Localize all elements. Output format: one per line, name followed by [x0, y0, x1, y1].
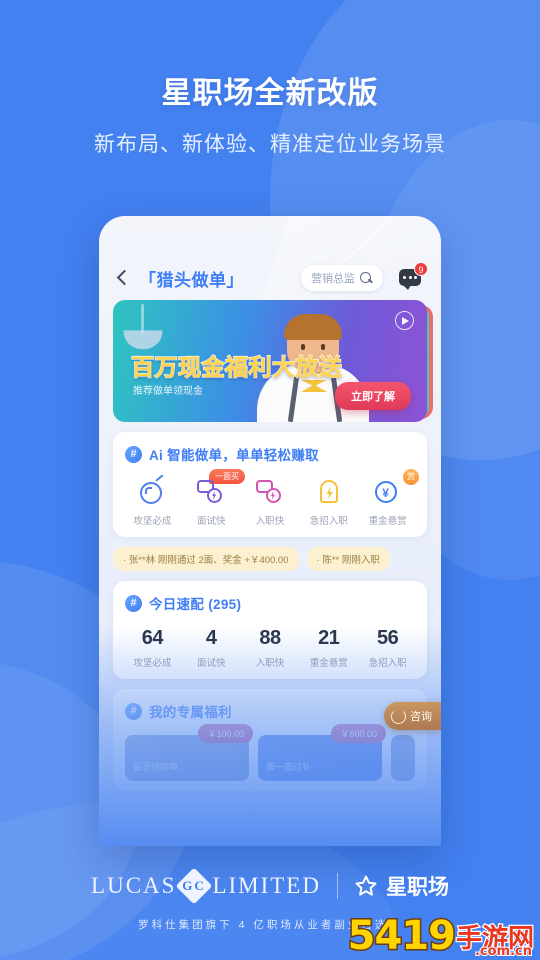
coupon-card[interactable]: [391, 735, 415, 781]
yen-circle-icon: ¥: [373, 476, 403, 506]
stat-item: 4 面试快: [182, 627, 241, 669]
ticker-item: · 张**林 刚刚通过 2面、奖金 +￥400.00: [113, 547, 299, 571]
stat-label: 重金悬赏: [309, 658, 348, 669]
watermark-number: 5419: [346, 913, 457, 959]
brand-name: 星职场: [385, 876, 449, 899]
benefits-card-header: # 我的专属福利: [125, 701, 417, 721]
banner-subtitle: 推荐做单领现金: [133, 386, 203, 397]
page-subtitle: 新布局、新体验、精准定位业务场景: [94, 133, 446, 156]
company-name: LUCAS: [91, 873, 177, 898]
ai-quick-actions-card: # Ai 智能做单，单单轻松赚取 攻坚必成 一面买 面试快 入职快 急招入职 赏…: [113, 432, 427, 537]
search-icon: [360, 271, 373, 285]
quick-action-jizhaoruzhi[interactable]: 急招入职: [299, 476, 358, 527]
stat-value: 64: [141, 627, 164, 649]
chat-dots: [403, 276, 417, 279]
cards-bolt-icon: [196, 476, 226, 506]
stat-item: 56 急招入职: [358, 627, 417, 669]
chat-badge: 9: [414, 262, 428, 276]
arch-bolt-icon: [314, 476, 344, 506]
benefits-card: # 我的专属福利 ￥100.00 最近快接单 ￥600.00 第一面过补: [113, 689, 427, 791]
coupon-card[interactable]: ￥100.00 最近快接单: [125, 724, 253, 781]
watermark-domain: .com.cn: [474, 944, 533, 959]
site-watermark: 5419 手游网 .com.cn: [346, 913, 535, 960]
search-input-value: 营销总监: [311, 273, 355, 285]
quick-action-mianshikuai[interactable]: 一面买 面试快: [182, 469, 246, 527]
app-header: 「猎头做单」 营销总监 9: [99, 216, 441, 294]
ticker-item: · 陈** 刚刚入职: [306, 547, 390, 571]
stat-label: 面试快: [196, 658, 226, 669]
company-logo: LUCAS GC LIMITED: [91, 867, 321, 905]
stat-item: 88 入职快: [241, 627, 300, 669]
app-page-title: 「猎头做单」: [139, 270, 244, 290]
quick-action-ruzhikuai[interactable]: 入职快: [241, 476, 300, 527]
quick-action-zhongjinxuanshang[interactable]: 赏 ¥ 重金悬赏: [358, 469, 419, 527]
stats-row: 64 攻坚必成 4 面试快 88 入职快 21 重金悬赏 56 急招入职: [123, 627, 417, 669]
coupon-text: 第一面过补: [266, 762, 312, 772]
gc-mark-text: GC: [182, 878, 207, 893]
today-stats-card: # 今日速配 (295) 64 攻坚必成 4 面试快 88 入职快 21 重金悬…: [113, 581, 427, 679]
chevron-left-icon[interactable]: [115, 270, 131, 286]
quick-action-label: 攻坚必成: [133, 516, 172, 527]
hash-icon: #: [125, 702, 142, 720]
stats-card-header: # 今日速配 (295): [125, 593, 417, 613]
quick-action-row: 攻坚必成 一面买 面试快 入职快 急招入职 赏 ¥ 重金悬赏: [123, 469, 419, 527]
quick-action-label: 重金悬赏: [368, 516, 407, 527]
brand-logo: 星职场: [354, 871, 449, 901]
benefits-card-title: 我的专属福利: [149, 705, 232, 720]
phone-mockup: 「猎头做单」 营销总监 9 百万现金福利大放送 推荐做单领现金 立即了解 # A…: [99, 216, 441, 846]
activity-ticker: · 张**林 刚刚通过 2面、奖金 +￥400.00 · 陈** 刚刚入职: [113, 547, 427, 571]
footer-row: LUCAS GC LIMITED 星职场: [0, 867, 540, 905]
quick-action-gongjian[interactable]: 攻坚必成: [123, 476, 182, 527]
stat-item: 64 攻坚必成: [123, 627, 182, 669]
bomb-icon: [137, 476, 167, 506]
gc-diamond-icon: GC: [176, 867, 213, 905]
stat-value: 4: [205, 627, 217, 649]
coupon-amount: ￥600.00: [331, 724, 386, 743]
consult-button[interactable]: 咨询: [384, 702, 441, 730]
banner-cta-button[interactable]: 立即了解: [335, 382, 411, 410]
coupon-row: ￥100.00 最近快接单 ￥600.00 第一面过补: [123, 724, 417, 781]
ai-card-header: # Ai 智能做单，单单轻松赚取: [125, 444, 417, 464]
stat-value: 21: [318, 627, 340, 649]
stat-label: 急招入职: [368, 658, 407, 669]
page-title: 星职场全新改版: [161, 77, 379, 110]
footer-divider: [336, 873, 338, 899]
stat-label: 攻坚必成: [133, 658, 172, 669]
company-suffix: LIMITED: [212, 873, 321, 898]
play-circle-icon[interactable]: [395, 311, 414, 330]
stat-value: 88: [259, 627, 281, 649]
stat-value: 56: [376, 627, 399, 649]
consult-label: 咨询: [410, 711, 432, 723]
hash-icon: #: [125, 445, 142, 463]
ai-card-title: Ai 智能做单，单单轻松赚取: [149, 448, 319, 463]
search-input[interactable]: 营销总监: [301, 265, 383, 291]
stat-label: 入职快: [255, 658, 285, 669]
cards-bolt-icon: [255, 476, 285, 506]
quick-action-label: 面试快: [196, 516, 226, 527]
coupon-amount: ￥100.00: [198, 724, 253, 743]
quick-action-label: 入职快: [255, 516, 285, 527]
hash-icon: #: [125, 594, 142, 612]
chat-button[interactable]: 9: [399, 262, 428, 291]
promo-banner[interactable]: 百万现金福利大放送 推荐做单领现金 立即了解: [113, 300, 427, 422]
promo-banner-carousel[interactable]: 百万现金福利大放送 推荐做单领现金 立即了解: [113, 300, 433, 422]
stats-card-title: 今日速配 (295): [149, 597, 242, 612]
banner-title: 百万现金福利大放送: [130, 353, 343, 380]
coupon-text: 最近快接单: [133, 762, 179, 772]
stat-item: 21 重金悬赏: [299, 627, 358, 669]
consult-ring-icon: [391, 708, 406, 724]
star-icon: [355, 875, 377, 896]
coupon-card[interactable]: ￥600.00 第一面过补: [258, 724, 386, 781]
quick-action-label: 急招入职: [309, 516, 348, 527]
headline-block: 星职场全新改版 新布局、新体验、精准定位业务场景: [0, 68, 540, 158]
quick-action-badge: 赏: [402, 469, 419, 485]
lamp-shade-icon: [122, 330, 164, 350]
